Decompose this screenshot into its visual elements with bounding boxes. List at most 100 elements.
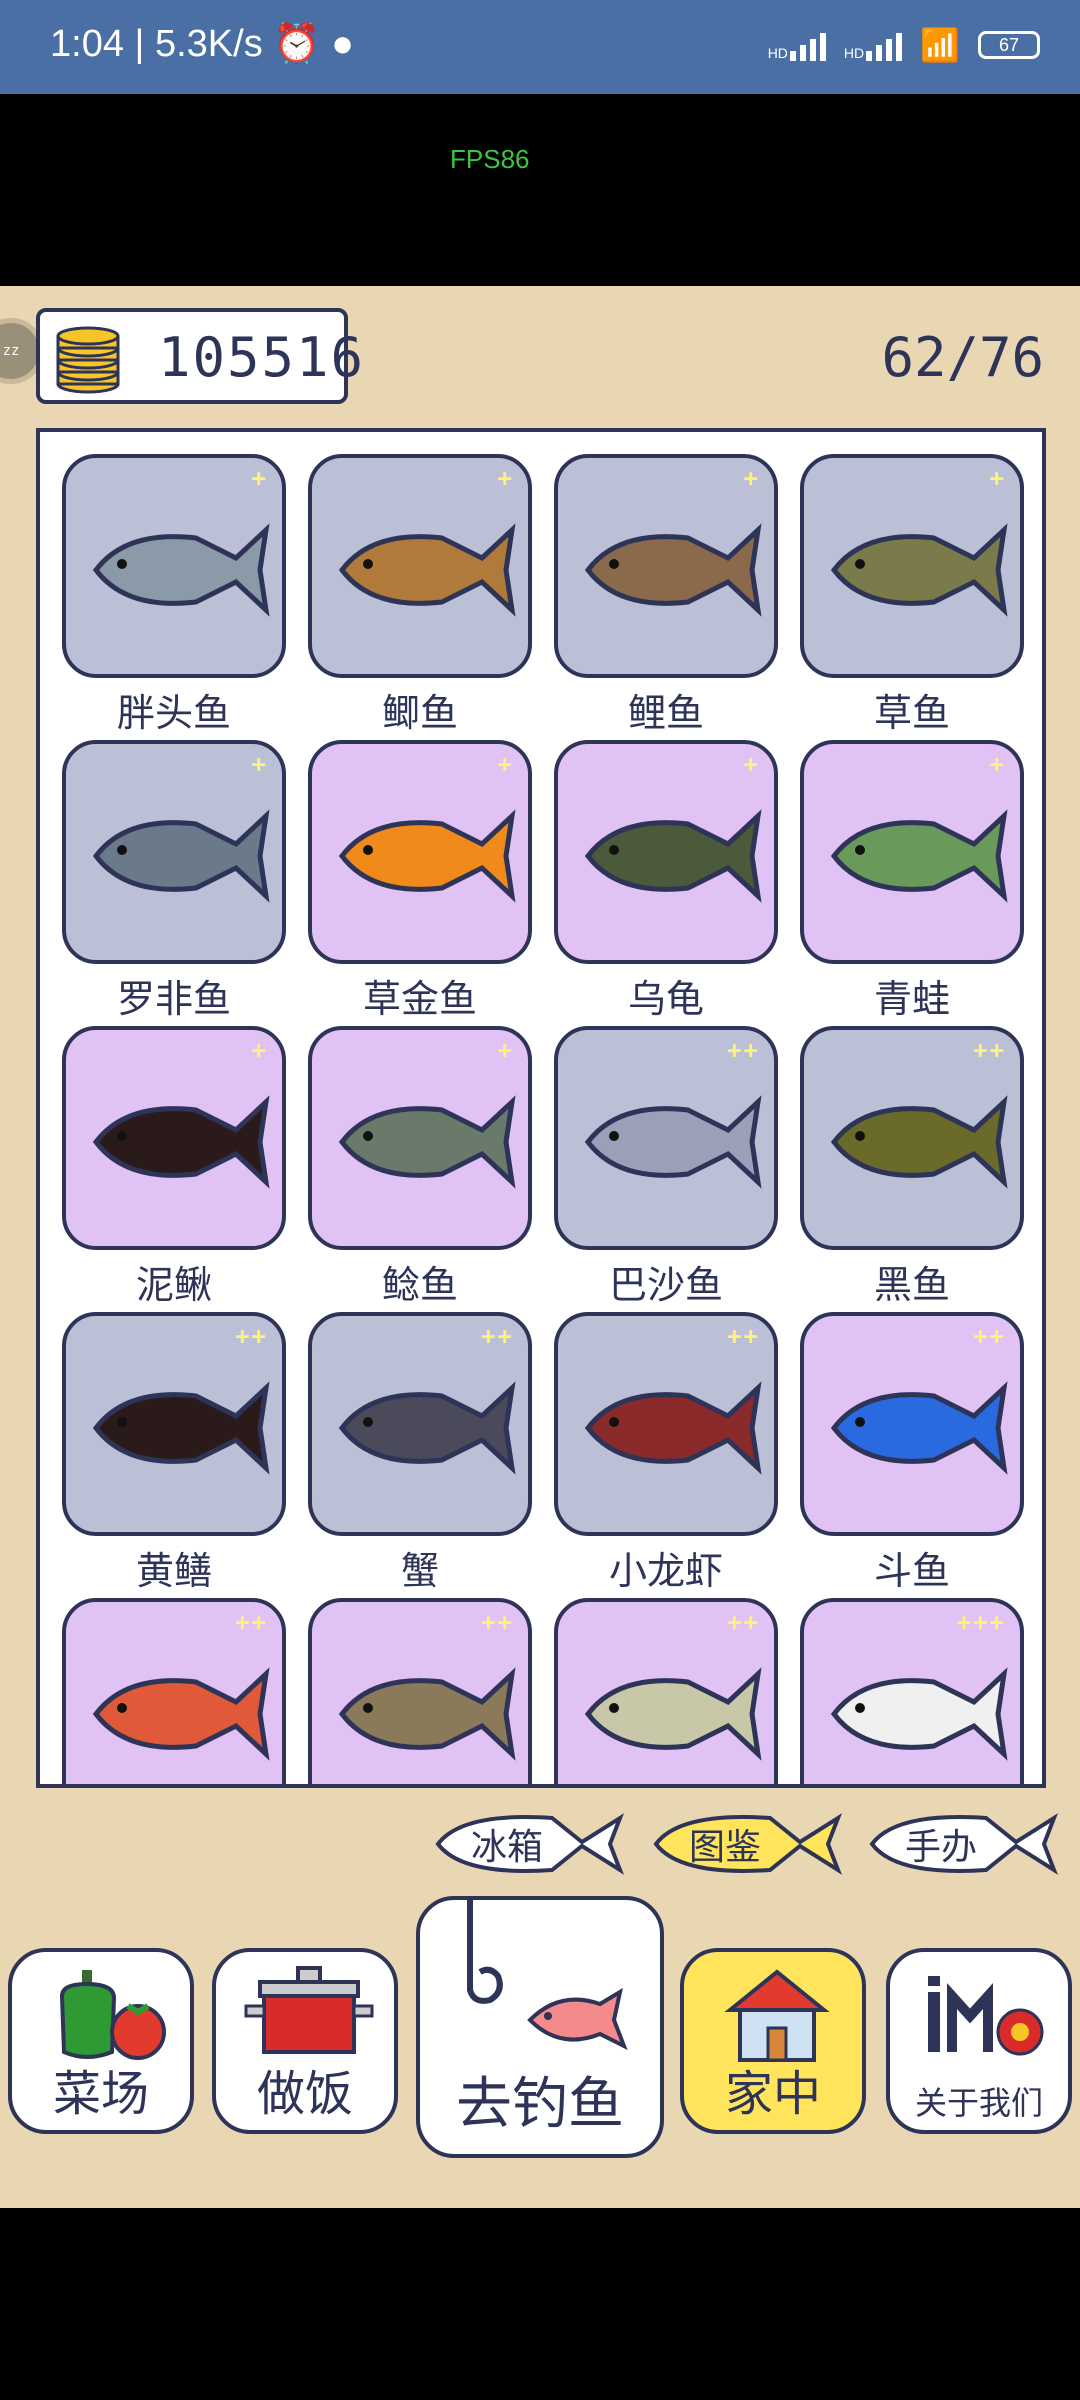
fish-entry[interactable]: + 鲫鱼 bbox=[308, 454, 532, 737]
house-icon bbox=[724, 1969, 830, 2062]
fish-entry[interactable]: ++ 蟹 bbox=[308, 1312, 532, 1595]
fish-card[interactable]: + bbox=[800, 740, 1024, 964]
nav-go-fishing-button[interactable]: 去钓鱼 bbox=[416, 1896, 664, 2158]
fish-entry[interactable]: ++ 巴沙鱼 bbox=[554, 1026, 778, 1309]
fish-card[interactable]: ++ bbox=[62, 1312, 286, 1536]
fish-entry[interactable]: ++ bbox=[554, 1598, 778, 1784]
about-us-icon bbox=[928, 1976, 1044, 2056]
fish-name: 鲤鱼 bbox=[627, 691, 704, 735]
fish-card[interactable]: ++ bbox=[308, 1312, 532, 1536]
fish-name: 草金鱼 bbox=[362, 977, 477, 1021]
fish-card[interactable]: ++ bbox=[800, 1026, 1024, 1250]
crab-icon bbox=[338, 1381, 516, 1475]
fish-entry[interactable]: + 乌龟 bbox=[554, 740, 778, 1023]
fish-card[interactable]: ++ bbox=[554, 1026, 778, 1250]
fish-entry[interactable]: ++ 黄鳝 bbox=[62, 1312, 286, 1595]
fish-entry[interactable]: + 泥鳅 bbox=[62, 1026, 286, 1309]
fish-name: 蟹 bbox=[400, 1549, 439, 1593]
bottom-letterbox bbox=[0, 2208, 1080, 2400]
fishing-hook-icon bbox=[467, 1900, 628, 2051]
fish-entry[interactable]: + 鲤鱼 bbox=[554, 454, 778, 737]
fish-name: 黄鳝 bbox=[135, 1549, 212, 1593]
catfish-icon bbox=[338, 1095, 516, 1189]
fish-name: 罗非鱼 bbox=[116, 977, 231, 1021]
top-letterbox bbox=[0, 94, 1080, 286]
cooking-pot-icon bbox=[244, 1966, 374, 2054]
fish-name: 鲶鱼 bbox=[381, 1263, 458, 1307]
fish-card[interactable]: + bbox=[62, 740, 286, 964]
nav-market-label: 菜场 bbox=[52, 2066, 149, 2122]
nav-home-button[interactable]: 家中 bbox=[680, 1948, 866, 2134]
frog-icon bbox=[830, 809, 1008, 903]
fish-entry[interactable]: + 鲶鱼 bbox=[308, 1026, 532, 1309]
fish-name: 胖头鱼 bbox=[116, 691, 231, 735]
snakehead-icon bbox=[830, 1095, 1008, 1189]
fish-entry[interactable]: ++ bbox=[62, 1598, 286, 1784]
collection-progress: 62/76 bbox=[881, 326, 1044, 389]
status-time: 1:04 | 5.3K/s ⏰ ● bbox=[50, 23, 355, 65]
fish-entry[interactable]: + 草鱼 bbox=[800, 454, 1024, 737]
fish-entry[interactable]: ++ 小龙虾 bbox=[554, 1312, 778, 1595]
signal-icon: HD bbox=[768, 29, 826, 61]
basa-fish-icon bbox=[584, 1095, 762, 1189]
tab-figurines-label: 手办 bbox=[904, 1827, 977, 1868]
fish-entry[interactable]: + 胖头鱼 bbox=[62, 454, 286, 737]
fish-entry[interactable]: + 青蛙 bbox=[800, 740, 1024, 1023]
crayfish-icon bbox=[584, 1381, 762, 1475]
fish-entry[interactable]: + 罗非鱼 bbox=[62, 740, 286, 1023]
fish-card[interactable]: ++ bbox=[308, 1598, 532, 1784]
fps-counter: FPS86 bbox=[450, 144, 530, 174]
fish-card[interactable]: ++ bbox=[800, 1312, 1024, 1536]
eel-icon bbox=[92, 1381, 270, 1475]
fish-card[interactable]: ++ bbox=[62, 1598, 286, 1784]
fish-card[interactable]: + bbox=[62, 454, 286, 678]
fish-entry[interactable]: + 草金鱼 bbox=[308, 740, 532, 1023]
softshell-turtle-icon bbox=[338, 1667, 516, 1761]
nav-go-fishing-label: 去钓鱼 bbox=[456, 2072, 624, 2137]
nav-about-label: 关于我们 bbox=[914, 2084, 1043, 2122]
tab-encyclopedia-label: 图鉴 bbox=[688, 1827, 761, 1868]
fish-card[interactable]: + bbox=[800, 454, 1024, 678]
tab-figurines[interactable]: 手办 bbox=[866, 1808, 1062, 1880]
nav-cook-label: 做饭 bbox=[256, 2066, 353, 2122]
carp-icon bbox=[584, 523, 762, 617]
encyclopedia-panel[interactable]: + 胖头鱼 + 鲫鱼 + 鲤鱼 + 草鱼 + 罗非鱼 + 草金鱼 + 乌龟 + 青蛙 + 泥鳅 + 鲶鱼 ++ 巴沙鱼 ++… bbox=[36, 428, 1046, 1788]
vegetables-icon bbox=[59, 1970, 166, 2060]
fish-card[interactable]: ++ bbox=[554, 1312, 778, 1536]
fish-entry[interactable]: +++ bbox=[800, 1598, 1024, 1784]
collection-tabs: 冰箱 图鉴 手办 bbox=[0, 1808, 1080, 1880]
fish-name: 斗鱼 bbox=[873, 1549, 950, 1593]
nav-market-button[interactable]: 菜场 bbox=[8, 1948, 194, 2134]
bighead-carp-icon bbox=[92, 523, 270, 617]
fish-entry[interactable]: ++ bbox=[308, 1598, 532, 1784]
goldfish-icon bbox=[338, 809, 516, 903]
fish-name: 乌龟 bbox=[627, 977, 704, 1021]
fish-name: 巴沙鱼 bbox=[608, 1263, 723, 1307]
status-bar: 1:04 | 5.3K/s ⏰ ● HD HD 📶 67 bbox=[0, 0, 1080, 94]
fish-card[interactable]: + bbox=[554, 454, 778, 678]
signal-icon-2: HD bbox=[844, 29, 903, 61]
nav-about-button[interactable]: 关于我们 bbox=[886, 1948, 1072, 2134]
fish-name: 草鱼 bbox=[873, 691, 950, 735]
tab-encyclopedia[interactable]: 图鉴 bbox=[650, 1808, 846, 1880]
wifi-icon: 📶 bbox=[920, 27, 960, 63]
fish-name: 黑鱼 bbox=[873, 1263, 950, 1307]
fish-card[interactable]: + bbox=[62, 1026, 286, 1250]
tab-fridge[interactable]: 冰箱 bbox=[432, 1808, 628, 1880]
fish-name: 泥鳅 bbox=[135, 1263, 212, 1307]
nav-cook-button[interactable]: 做饭 bbox=[212, 1948, 398, 2134]
loach-icon bbox=[92, 1095, 270, 1189]
fish-card[interactable]: + bbox=[308, 454, 532, 678]
fish-card[interactable]: +++ bbox=[800, 1598, 1024, 1784]
koi-icon bbox=[830, 1667, 1008, 1761]
fish-entry[interactable]: ++ 斗鱼 bbox=[800, 1312, 1024, 1595]
pufferfish-icon bbox=[584, 1667, 762, 1761]
fish-card[interactable]: + bbox=[308, 740, 532, 964]
fish-card[interactable]: + bbox=[554, 740, 778, 964]
fish-entry[interactable]: ++ 黑鱼 bbox=[800, 1026, 1024, 1309]
guppy-icon bbox=[92, 1667, 270, 1761]
nav-home-label: 家中 bbox=[724, 2066, 821, 2122]
fish-card[interactable]: ++ bbox=[554, 1598, 778, 1784]
fish-name: 鲫鱼 bbox=[381, 691, 458, 735]
fish-card[interactable]: + bbox=[308, 1026, 532, 1250]
